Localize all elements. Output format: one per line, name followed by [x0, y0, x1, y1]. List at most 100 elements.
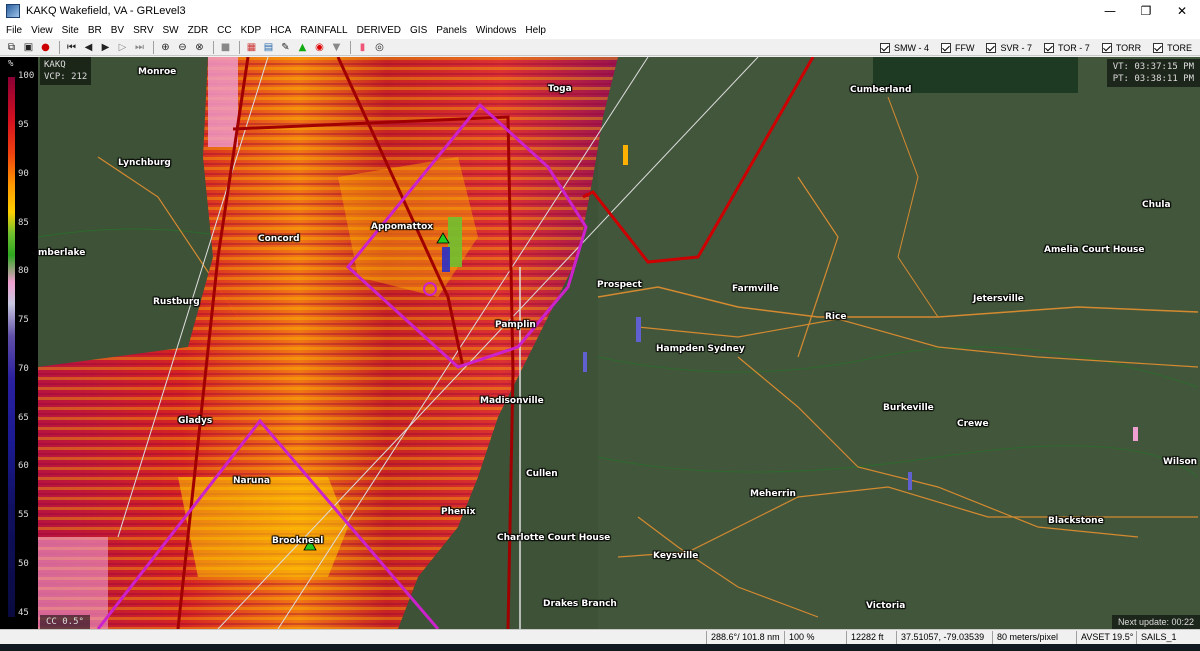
menu-derived[interactable]: DERIVED [357, 25, 401, 36]
last-frame-icon[interactable]: ⏭ [132, 40, 147, 55]
menu-kdp[interactable]: KDP [241, 25, 262, 36]
toggle-tore[interactable]: TORE [1153, 42, 1192, 53]
toggle-label: TORR [1115, 42, 1142, 53]
layers-icon[interactable]: ▤ [261, 40, 276, 55]
radar-pink-edge [208, 57, 238, 147]
city-label-blackstone: Blackstone [1048, 516, 1104, 526]
menu-help[interactable]: Help [525, 25, 546, 36]
toggle-svr[interactable]: SVR - 7 [986, 42, 1032, 53]
menu-file[interactable]: File [6, 25, 22, 36]
city-label-amelia: Amelia Court House [1044, 245, 1145, 255]
menu-bv[interactable]: BV [111, 25, 124, 36]
radar-fleck [623, 145, 628, 165]
toggle-torr[interactable]: TORR [1101, 42, 1142, 53]
menu-panels[interactable]: Panels [436, 25, 467, 36]
toggle-smw[interactable]: SMW - 4 [879, 42, 929, 53]
checkbox[interactable] [1101, 42, 1112, 53]
legend-tick: 75 [18, 315, 29, 325]
toggle-label: SMW - 4 [893, 42, 929, 53]
menu-gis[interactable]: GIS [410, 25, 427, 36]
first-frame-icon[interactable]: ⏮ [64, 40, 79, 55]
menu-hca[interactable]: HCA [270, 25, 291, 36]
menu-view[interactable]: View [31, 25, 53, 36]
play-icon[interactable]: ▶ [98, 40, 113, 55]
checkbox[interactable] [879, 42, 890, 53]
radar-viewport[interactable]: % 100 95 90 85 80 75 70 65 60 55 50 45 M… [0, 57, 1200, 629]
city-label-victoria: Victoria [866, 601, 906, 611]
city-label-jetersville: Jetersville [973, 294, 1024, 304]
radar-green-cell [448, 217, 462, 267]
city-label-charlotte: Charlotte Court House [497, 533, 611, 543]
status-azimuth: 288.6°/ 101.8 nm [706, 631, 784, 644]
city-label-phenix: Phenix [441, 507, 476, 517]
city-label-rustburg: Rustburg [153, 297, 200, 307]
next-frame-icon[interactable]: ▷ [115, 40, 130, 55]
map-canvas[interactable]: Monroe Toga Cumberland Lynchburg Chula A… [37, 57, 1200, 629]
copy-icon[interactable]: ⧉ [4, 40, 19, 55]
city-label-lynchburg: Lynchburg [118, 158, 171, 168]
toolbar: ⧉ ▣ ● ⏮ ◀ ▶ ▷ ⏭ ⊕ ⊖ ⊗ ■ ▦ ▤ ✎ ▲ ◉ ▼ ▮ ◎ … [0, 39, 1200, 56]
menu-sw[interactable]: SW [163, 25, 179, 36]
toggle-label: SVR - 7 [1000, 42, 1032, 53]
radar-fleck [1133, 427, 1138, 441]
legend-tick: 95 [18, 120, 29, 130]
city-label-keysville: Keysville [653, 551, 699, 561]
city-label-meherrin: Meherrin [750, 489, 796, 499]
checkbox[interactable] [986, 42, 997, 53]
minimize-button[interactable]: — [1092, 0, 1128, 22]
status-resolution: 80 meters/pixel [992, 631, 1076, 644]
toolbar-separator [153, 40, 154, 54]
menu-srv[interactable]: SRV [133, 25, 153, 36]
time-info: VT: 03:37:15 PM PT: 03:38:11 PM [1106, 59, 1200, 87]
next-update-label: Next update: 00:22 [1111, 615, 1200, 629]
menu-windows[interactable]: Windows [476, 25, 517, 36]
city-label-cullen: Cullen [526, 469, 558, 479]
legend-tick: 45 [18, 608, 29, 618]
toggle-ffw[interactable]: FFW [940, 42, 974, 53]
menu-site[interactable]: Site [62, 25, 79, 36]
city-label-appomattox: Appomattox [371, 222, 434, 232]
shield-icon[interactable]: ▼ [329, 40, 344, 55]
menu-rainfall[interactable]: RAINFALL [300, 25, 347, 36]
prev-frame-icon[interactable]: ◀ [81, 40, 96, 55]
window-title: KAKQ Wakefield, VA - GRLevel3 [26, 5, 186, 17]
circle-icon[interactable]: ◉ [312, 40, 327, 55]
checkbox[interactable] [940, 42, 951, 53]
checkbox[interactable] [1043, 42, 1054, 53]
zoom-in-icon[interactable]: ⊕ [158, 40, 173, 55]
tools-icon[interactable]: ✎ [278, 40, 293, 55]
city-label-drakes: Drakes Branch [543, 599, 617, 609]
legend-tick: 85 [18, 218, 29, 228]
paste-icon[interactable]: ▣ [21, 40, 36, 55]
toggle-tor[interactable]: TOR - 7 [1043, 42, 1090, 53]
radar-blue-cell [442, 247, 450, 272]
city-label-pamplin: Pamplin [495, 320, 536, 330]
legend-tick: 55 [18, 510, 29, 520]
color-table-icon[interactable]: ▦ [244, 40, 259, 55]
window-controls: — ❐ ✕ [1092, 0, 1200, 22]
checkbox[interactable] [1153, 42, 1164, 53]
settings-icon[interactable]: ◎ [372, 40, 387, 55]
toolbar-separator [239, 40, 240, 54]
terrain-east [598, 57, 1200, 629]
menu-cc[interactable]: CC [217, 25, 231, 36]
legend-tick: 90 [18, 169, 29, 179]
maximize-button[interactable]: ❐ [1128, 0, 1164, 22]
record-icon[interactable]: ● [38, 40, 53, 55]
menu-br[interactable]: BR [88, 25, 102, 36]
city-label-toga: Toga [548, 84, 572, 94]
menu-zdr[interactable]: ZDR [188, 25, 209, 36]
city-label-hampden: Hampden Sydney [656, 344, 745, 354]
close-button[interactable]: ✕ [1164, 0, 1200, 22]
status-zoom: 100 % [784, 631, 842, 644]
stop-icon[interactable]: ■ [218, 40, 233, 55]
legend-tick: 65 [18, 413, 29, 423]
palette-icon[interactable]: ▮ [355, 40, 370, 55]
zoom-out-icon[interactable]: ⊖ [175, 40, 190, 55]
status-bar: 288.6°/ 101.8 nm 100 % 12282 ft 37.51057… [0, 629, 1200, 644]
toolbar-separator [213, 40, 214, 54]
legend-unit: % [8, 59, 14, 69]
legend-tick: 80 [18, 266, 29, 276]
zoom-reset-icon[interactable]: ⊗ [192, 40, 207, 55]
triangle-icon[interactable]: ▲ [295, 40, 310, 55]
